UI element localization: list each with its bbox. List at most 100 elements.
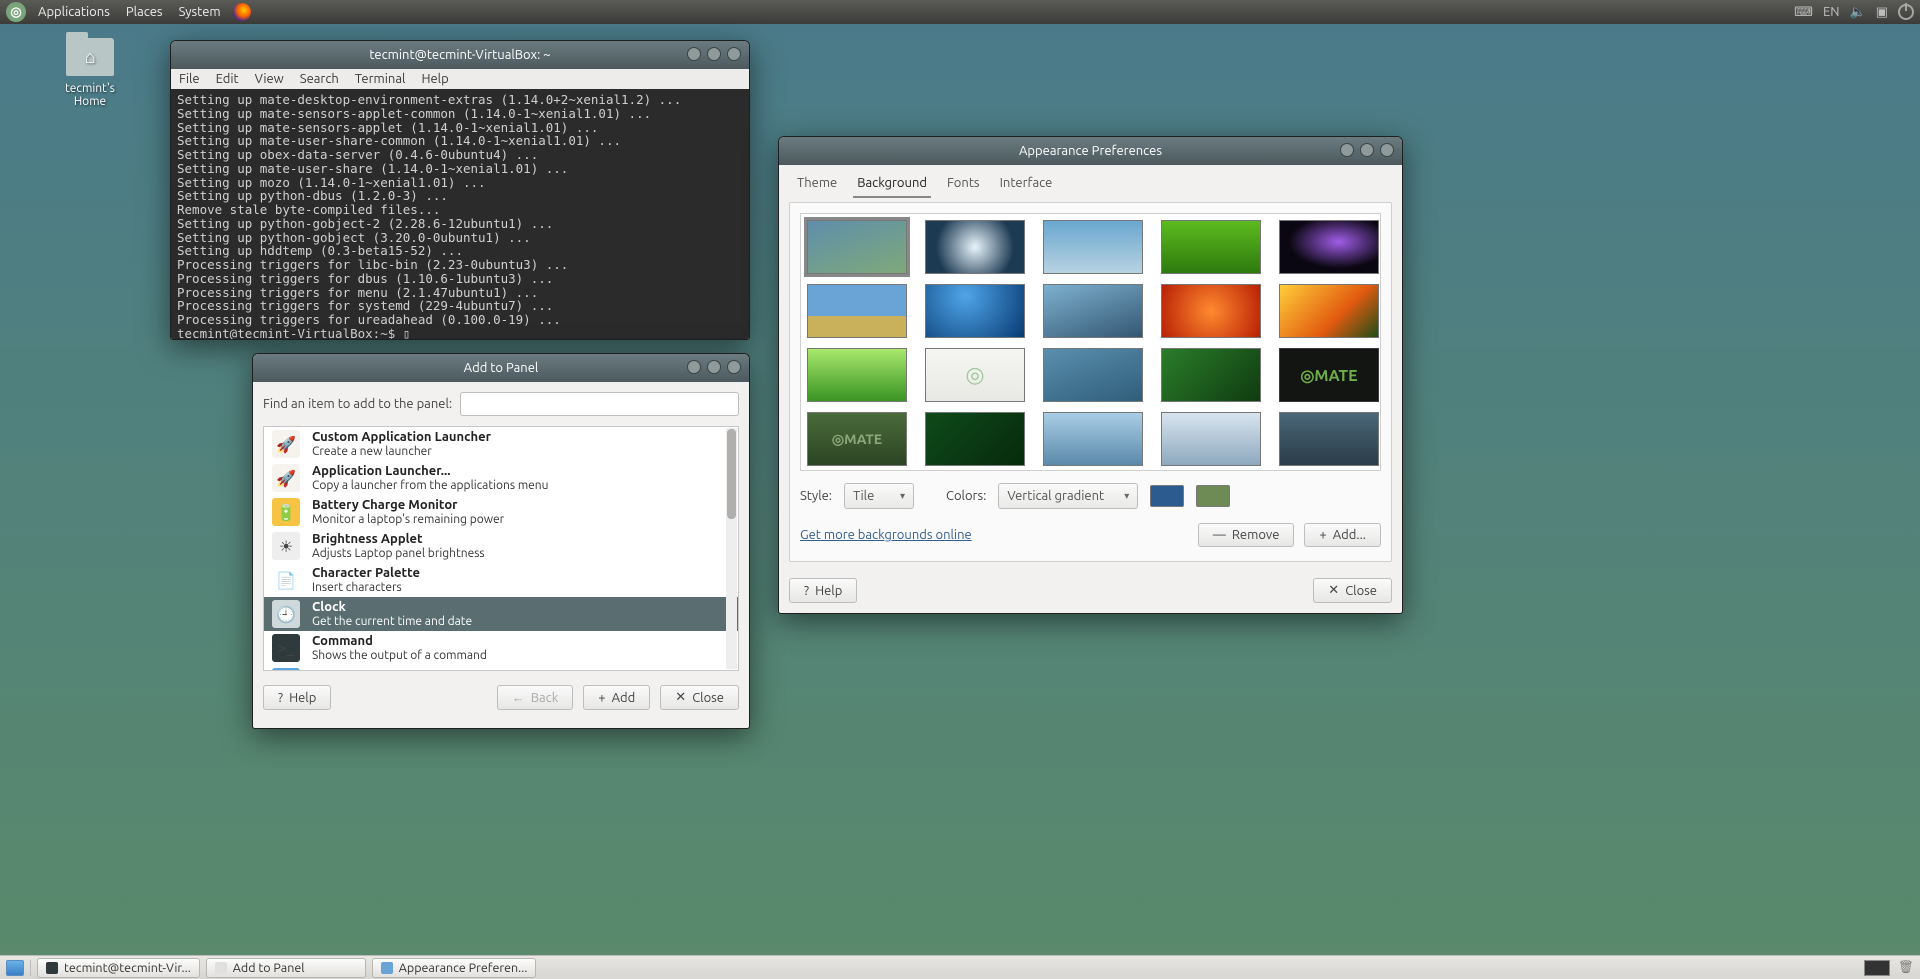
- wallpaper-thumbnail[interactable]: [1161, 348, 1261, 402]
- find-label: Find an item to add to the panel:: [263, 397, 452, 411]
- mate-logo-icon[interactable]: ◎: [6, 2, 26, 22]
- remove-button[interactable]: —Remove: [1198, 523, 1295, 547]
- addpanel-titlebar[interactable]: Add to Panel: [253, 354, 749, 382]
- add-button[interactable]: +Add: [583, 685, 650, 710]
- wallpaper-thumbnail[interactable]: [925, 220, 1025, 274]
- terminal-menu-edit[interactable]: Edit: [216, 72, 239, 86]
- tab-background[interactable]: Background: [853, 173, 931, 198]
- terminal-titlebar[interactable]: tecmint@tecmint-VirtualBox: ~: [171, 41, 749, 69]
- applet-title: Battery Charge Monitor: [312, 498, 504, 512]
- list-item[interactable]: >_ CommandShows the output of a command: [264, 631, 738, 665]
- close-button[interactable]: ✕Close: [1313, 578, 1392, 603]
- wallpaper-thumbnail[interactable]: [925, 412, 1025, 466]
- tab-theme[interactable]: Theme: [793, 173, 841, 198]
- power-icon[interactable]: [1898, 4, 1914, 20]
- list-item[interactable]: 📄 Character PaletteInsert characters: [264, 563, 738, 597]
- wallpaper-thumbnail[interactable]: [1279, 284, 1379, 338]
- window-maximize-button[interactable]: [707, 47, 721, 61]
- style-select[interactable]: Tile▾: [844, 483, 914, 509]
- window-minimize-button[interactable]: [687, 47, 701, 61]
- wallpaper-thumbnail[interactable]: [1043, 348, 1143, 402]
- window-minimize-button[interactable]: [1340, 143, 1354, 157]
- search-input[interactable]: [460, 392, 739, 416]
- appearance-titlebar[interactable]: Appearance Preferences: [779, 137, 1402, 165]
- taskbar-task[interactable]: Add to Panel: [206, 958, 366, 978]
- volume-icon[interactable]: 🔈: [1850, 5, 1866, 20]
- language-indicator[interactable]: EN: [1823, 5, 1840, 19]
- scrollbar[interactable]: [726, 428, 737, 669]
- arrow-left-icon: ←: [512, 690, 525, 705]
- keyboard-icon[interactable]: ⌨: [1794, 5, 1813, 20]
- window-maximize-button[interactable]: [707, 360, 721, 374]
- terminal-menu-search[interactable]: Search: [300, 72, 339, 86]
- list-item[interactable]: 🚀 Application Launcher...Copy a launcher…: [264, 461, 738, 495]
- list-item[interactable]: 🕘 ClockGet the current time and date: [264, 597, 738, 631]
- applet-icon: 🚀: [272, 430, 300, 458]
- wallpaper-thumbnail[interactable]: [1043, 220, 1143, 274]
- workspace-switcher[interactable]: [1864, 960, 1890, 976]
- desktop-icon-label: tecmint's Home: [50, 82, 130, 108]
- terminal-output[interactable]: Setting up mate-desktop-environment-extr…: [171, 89, 749, 339]
- wallpaper-thumbnail[interactable]: ◎MATE: [1279, 348, 1379, 402]
- tab-interface[interactable]: Interface: [996, 173, 1057, 198]
- colors-select[interactable]: Vertical gradient▾: [998, 483, 1138, 509]
- wallpaper-thumbnail[interactable]: [1279, 412, 1379, 466]
- applet-icon: ☀: [272, 532, 300, 560]
- wallpaper-thumbnail[interactable]: [807, 284, 907, 338]
- terminal-menu-view[interactable]: View: [255, 72, 284, 86]
- window-minimize-button[interactable]: [687, 360, 701, 374]
- back-button[interactable]: ←Back: [497, 685, 574, 710]
- wallpaper-thumbnail[interactable]: ◎: [925, 348, 1025, 402]
- desktop-home-icon[interactable]: ⌂ tecmint's Home: [50, 38, 130, 108]
- window-close-button[interactable]: [1380, 143, 1394, 157]
- scroll-thumb[interactable]: [727, 429, 736, 519]
- help-button[interactable]: ?Help: [263, 685, 331, 710]
- trash-icon[interactable]: 🗑: [1898, 960, 1914, 975]
- show-desktop-button[interactable]: [6, 960, 24, 976]
- applet-desc: Shows the output of a command: [312, 649, 487, 662]
- terminal-menu-file[interactable]: File: [179, 72, 200, 86]
- close-button[interactable]: ✕Close: [660, 685, 739, 710]
- secondary-color-swatch[interactable]: [1196, 485, 1230, 507]
- help-button[interactable]: ?Help: [789, 578, 857, 603]
- wallpaper-thumbnail[interactable]: [925, 284, 1025, 338]
- firefox-launcher-icon[interactable]: [233, 3, 251, 21]
- wallpaper-thumbnail[interactable]: [1161, 412, 1261, 466]
- wallpaper-thumbnail[interactable]: [1161, 284, 1261, 338]
- list-item[interactable]: 🔋 Battery Charge MonitorMonitor a laptop…: [264, 495, 738, 529]
- wallpaper-thumbnail[interactable]: [807, 220, 907, 274]
- display-icon[interactable]: ▣: [1876, 5, 1888, 20]
- folder-icon: ⌂: [66, 38, 114, 76]
- menu-system[interactable]: System: [171, 5, 229, 19]
- applet-desc: Copy a launcher from the applications me…: [312, 479, 549, 492]
- taskbar-task[interactable]: tecmint@tecmint-Vir...: [37, 958, 200, 978]
- applet-title: Custom Application Launcher: [312, 430, 491, 444]
- list-item[interactable]: 🖧 Connect to Server...: [264, 665, 738, 671]
- list-item[interactable]: 🚀 Custom Application LauncherCreate a ne…: [264, 427, 738, 461]
- wallpaper-thumbnail[interactable]: [1043, 412, 1143, 466]
- window-close-button[interactable]: [727, 360, 741, 374]
- add-wallpaper-button[interactable]: +Add...: [1304, 523, 1381, 547]
- wallpaper-thumbnail[interactable]: [1043, 284, 1143, 338]
- wallpaper-thumbnail[interactable]: [1161, 220, 1261, 274]
- menu-applications[interactable]: Applications: [30, 5, 118, 19]
- terminal-menu-terminal[interactable]: Terminal: [355, 72, 406, 86]
- terminal-window: tecmint@tecmint-VirtualBox: ~ File Edit …: [170, 40, 750, 340]
- primary-color-swatch[interactable]: [1150, 485, 1184, 507]
- wallpaper-thumbnail[interactable]: [807, 348, 907, 402]
- taskbar-task[interactable]: Appearance Preferen...: [372, 958, 537, 978]
- window-maximize-button[interactable]: [1360, 143, 1374, 157]
- applet-icon: 🔋: [272, 498, 300, 526]
- wallpaper-grid[interactable]: ◎ ◎MATE ◎MATE: [800, 213, 1381, 471]
- applet-icon: 🕘: [272, 600, 300, 628]
- menu-places[interactable]: Places: [118, 5, 171, 19]
- wallpaper-thumbnail[interactable]: [1279, 220, 1379, 274]
- wallpaper-thumbnail[interactable]: ◎MATE: [807, 412, 907, 466]
- get-more-backgrounds-link[interactable]: Get more backgrounds online: [800, 528, 972, 542]
- list-item[interactable]: ☀ Brightness AppletAdjusts Laptop panel …: [264, 529, 738, 563]
- terminal-menu-help[interactable]: Help: [421, 72, 448, 86]
- tab-fonts[interactable]: Fonts: [943, 173, 984, 198]
- applet-desc: Get the current time and date: [312, 615, 472, 628]
- applets-list[interactable]: 🚀 Custom Application LauncherCreate a ne…: [263, 426, 739, 671]
- window-close-button[interactable]: [727, 47, 741, 61]
